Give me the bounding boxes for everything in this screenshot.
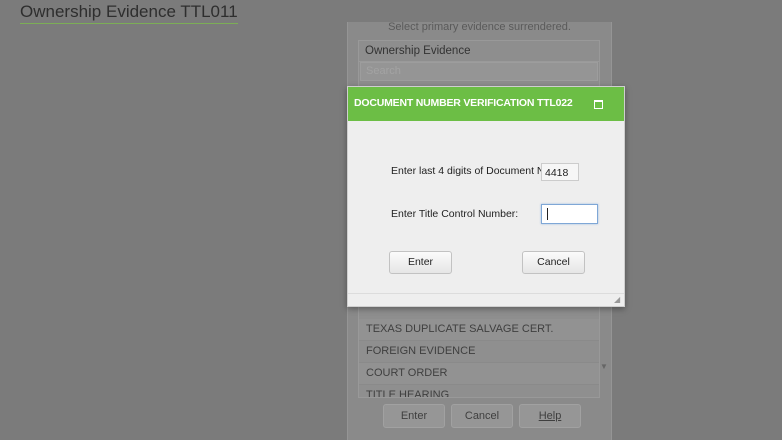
enter-button[interactable]: Enter: [383, 404, 445, 428]
search-input[interactable]: Search: [360, 62, 598, 81]
dialog-footer-divider: [348, 293, 624, 294]
list-viewport: TEXAS DUPLICATE SALVAGE CERT. FOREIGN EV…: [359, 319, 599, 397]
dialog-enter-button[interactable]: Enter: [389, 251, 452, 274]
title-control-label: Enter Title Control Number:: [391, 208, 519, 220]
instruction-text: Select primary evidence surrendered.: [388, 22, 571, 33]
scroll-down-arrow-icon[interactable]: ▼: [599, 362, 609, 372]
dialog-header: DOCUMENT NUMBER VERIFICATION TTL022: [348, 87, 624, 121]
title-control-number-field[interactable]: [541, 204, 598, 224]
help-button-label: Help: [538, 410, 562, 422]
help-button[interactable]: Help: [519, 404, 581, 428]
list-header: Ownership Evidence: [359, 41, 599, 62]
list-item[interactable]: FOREIGN EVIDENCE: [359, 341, 599, 363]
page-title: Ownership Evidence TTL011: [20, 2, 238, 24]
doc-number-field[interactable]: 4418: [541, 163, 579, 181]
list-item[interactable]: COURT ORDER: [359, 363, 599, 385]
document-number-verification-dialog: DOCUMENT NUMBER VERIFICATION TTL022 Ente…: [347, 86, 625, 307]
resize-grip-icon[interactable]: ◢: [614, 296, 622, 304]
cancel-button[interactable]: Cancel: [451, 404, 513, 428]
maximize-icon[interactable]: [594, 100, 603, 109]
list-item[interactable]: TEXAS DUPLICATE SALVAGE CERT.: [359, 319, 599, 341]
text-caret: [547, 208, 548, 220]
list-item[interactable]: TITLE HEARING: [359, 385, 599, 397]
dialog-title: DOCUMENT NUMBER VERIFICATION TTL022: [354, 97, 573, 109]
dialog-cancel-button[interactable]: Cancel: [522, 251, 585, 274]
